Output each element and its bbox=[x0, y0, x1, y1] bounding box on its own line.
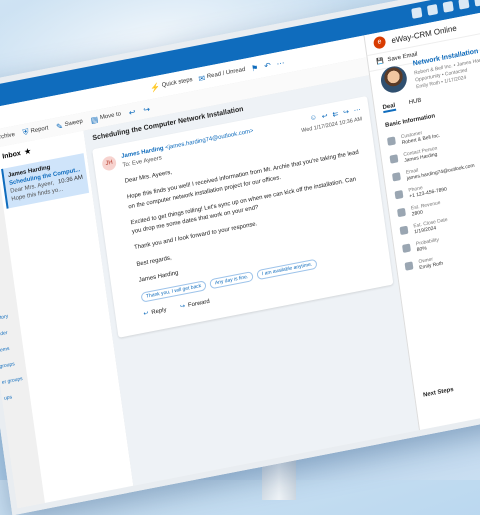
lightning-icon: ⚡ bbox=[149, 81, 161, 93]
star-icon[interactable]: ★ bbox=[24, 147, 31, 156]
next-steps-title: Next Steps bbox=[422, 386, 455, 399]
gear-icon[interactable] bbox=[458, 0, 470, 10]
forward-label: Forward bbox=[187, 298, 211, 309]
reply-button[interactable]: ↩ Reply bbox=[143, 306, 167, 317]
forward-icon[interactable]: ↪ bbox=[343, 108, 350, 117]
reply-icon[interactable]: ↩ bbox=[321, 112, 328, 121]
shield-icon: ⛨ bbox=[22, 127, 30, 138]
more-icon[interactable]: ⋯ bbox=[276, 58, 285, 68]
owner-icon bbox=[404, 261, 414, 271]
folder-move-icon: ▤ bbox=[90, 114, 99, 125]
report-button[interactable]: ⛨ Report bbox=[22, 123, 49, 138]
archive-label: Archive bbox=[0, 131, 16, 142]
email-body: Dear Mrs. Ayeers, Hope this finds you we… bbox=[124, 132, 376, 293]
section-title: Basic Information bbox=[384, 113, 436, 129]
customer-icon bbox=[386, 136, 396, 146]
eway-logo-icon: e bbox=[372, 35, 387, 50]
reply-label: Reply bbox=[151, 307, 167, 317]
crm-fields: Customer Robert & Bell Inc. Contact Perso… bbox=[386, 118, 480, 280]
sweep-button[interactable]: ✎ Sweep bbox=[55, 117, 84, 132]
forward-icon[interactable]: ↪ bbox=[143, 104, 151, 114]
save-icon: 💾 bbox=[375, 58, 385, 66]
quick-steps-button[interactable]: ⚡ Quick steps bbox=[149, 75, 194, 93]
report-label: Report bbox=[30, 125, 49, 135]
sender-line[interactable]: James Harding <james.harding74@outlook.c… bbox=[121, 128, 254, 160]
calendar-icon bbox=[399, 225, 409, 236]
phone-icon bbox=[394, 189, 404, 200]
move-to-label: Move to bbox=[99, 111, 122, 122]
undo-icon[interactable]: ↶ bbox=[264, 60, 272, 70]
envelope-icon: ✉ bbox=[197, 73, 206, 84]
folder-link[interactable]: ups bbox=[3, 387, 26, 407]
person-icon bbox=[389, 154, 399, 164]
crm-tabs: Deal HUB bbox=[382, 98, 423, 114]
sender-avatar: JH bbox=[101, 155, 118, 172]
reply-actions: ↩ Reply ↪ Forward bbox=[143, 298, 210, 318]
move-to-button[interactable]: ▤ Move to bbox=[90, 110, 122, 125]
more-icon[interactable]: ⋯ bbox=[353, 105, 361, 114]
apps-icon[interactable] bbox=[411, 7, 423, 19]
revenue-icon bbox=[397, 207, 406, 218]
tab-deal[interactable]: Deal bbox=[382, 102, 396, 114]
broom-icon: ✎ bbox=[55, 121, 64, 132]
bell-icon[interactable] bbox=[442, 0, 454, 13]
emoji-icon[interactable]: ☺ bbox=[309, 114, 317, 123]
sender-address: <james.harding74@outlook.com> bbox=[164, 128, 254, 152]
monitor-screen: EA ⚡Quick steps ✉Read / Unread ⚑ ↶ ⋯ ▣Ar… bbox=[0, 0, 480, 515]
tab-hub[interactable]: HUB bbox=[409, 98, 423, 108]
help-icon[interactable] bbox=[474, 0, 480, 7]
quick-steps-label: Quick steps bbox=[161, 76, 194, 89]
inbox-title: Inbox bbox=[1, 149, 22, 161]
read-unread-label: Read / Unread bbox=[206, 66, 246, 81]
read-unread-button[interactable]: ✉ Read / Unread bbox=[197, 65, 246, 84]
reply-all-icon[interactable]: ⇇ bbox=[332, 110, 339, 119]
reading-pane: Scheduling the Computer Network Installa… bbox=[83, 74, 420, 486]
tag-icon[interactable]: ⚑ bbox=[251, 63, 259, 73]
email-icon bbox=[391, 172, 401, 182]
sweep-label: Sweep bbox=[64, 118, 84, 129]
teams-icon[interactable] bbox=[426, 3, 439, 16]
archive-button[interactable]: ▣Archive bbox=[0, 130, 16, 145]
reply-icon: ↩ bbox=[143, 310, 149, 318]
forward-icon: ↪ bbox=[179, 303, 186, 311]
reply-icon[interactable]: ↩ bbox=[128, 107, 136, 117]
forward-button[interactable]: ↪ Forward bbox=[180, 298, 210, 311]
probability-icon bbox=[402, 243, 411, 253]
